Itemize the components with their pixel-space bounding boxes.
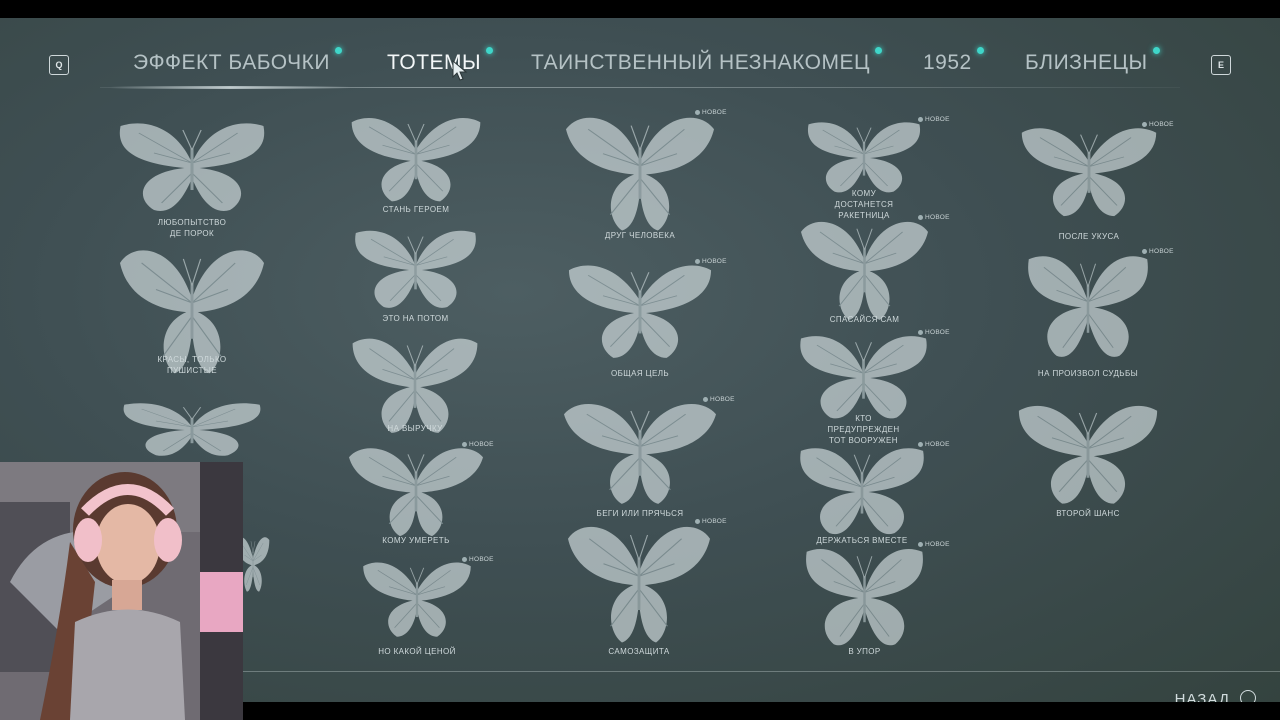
new-badge: НОВОЕ <box>462 441 494 448</box>
butterfly-totem-icon <box>119 123 265 211</box>
totem-item-partial[interactable] <box>120 400 264 460</box>
totem-item[interactable]: В УПОР <box>803 543 926 658</box>
totem-label: СТАНЬ ГЕРОЕМ <box>382 205 450 214</box>
tab-label: 1952 <box>923 51 972 74</box>
totem-item[interactable]: НО КАКОЙ ЦЕНОЙ <box>361 558 473 658</box>
butterfly-totem-icon <box>352 338 478 433</box>
butterfly-totem-icon <box>564 403 716 504</box>
butterfly-totem-icon <box>123 403 261 456</box>
totem-item[interactable]: СПАСАЙСЯ САМ <box>801 216 928 326</box>
totem-label: НО КАКОЙ ЦЕНОЙ <box>378 647 456 656</box>
butterfly-totem-icon <box>568 265 712 358</box>
new-dot-icon <box>976 47 984 54</box>
totem-item[interactable]: ЭТО НА ПОТОМ <box>352 226 479 325</box>
totem-item[interactable]: ВТОРОЙ ШАНС <box>1016 400 1160 520</box>
butterfly-totem-icon <box>1018 405 1158 504</box>
butterfly-totem-icon <box>800 448 924 535</box>
back-button[interactable]: НАЗАД <box>1175 691 1230 702</box>
new-badge: НОВОЕ <box>695 518 727 525</box>
butterfly-totem-icon <box>355 230 476 308</box>
totem-item[interactable]: КРАСЫ, ТОЛЬКО ПУШИСТЫЕ <box>120 243 264 378</box>
streamer-webcam-overlay <box>0 462 243 720</box>
butterfly-totem-icon <box>566 117 714 231</box>
totem-label: ВТОРОЙ ШАНС <box>1056 509 1120 518</box>
totem-label: В УПОР <box>848 647 881 656</box>
totem-item[interactable]: НА ВЫРУЧКУ <box>350 333 480 435</box>
tab-glow-underline <box>110 86 350 89</box>
totem-item[interactable]: НА ПРОИЗВОЛ СУДЬБЫ <box>1025 250 1151 380</box>
totem-item[interactable]: КОМУ УМЕРЕТЬ <box>349 443 483 547</box>
tab-label: ТАИНСТВЕННЫЙ НЕЗНАКОМЕЦ <box>531 51 870 74</box>
totem-label: СПАСАЙСЯ САМ <box>829 315 900 324</box>
mouse-cursor-icon <box>452 60 468 81</box>
totem-item[interactable]: ДЕРЖАТЬСЯ ВМЕСТЕ <box>797 443 927 547</box>
totem-label: НА ВЫРУЧКУ <box>387 424 443 433</box>
new-dot-icon <box>486 47 494 54</box>
new-badge: НОВОЕ <box>695 109 727 116</box>
totem-label: ДРУГ ЧЕЛОВЕКА <box>604 231 676 240</box>
totem-item[interactable]: ОБЩАЯ ЦЕЛЬ <box>566 260 714 380</box>
totem-item[interactable]: СТАНЬ ГЕРОЕМ <box>349 113 483 216</box>
tab-bar: Q ЭФФЕКТ БАБОЧКИ ТОТЕМЫ ТАИНСТВЕННЫЙ НЕЗ… <box>0 18 1280 108</box>
tab-1952[interactable]: 1952 <box>923 47 984 75</box>
new-badge: НОВОЕ <box>918 441 950 448</box>
new-badge: НОВОЕ <box>918 541 950 548</box>
totem-item[interactable]: БЕГИ ИЛИ ПРЯЧЬСЯ <box>564 398 716 520</box>
tab-butterfly-effect[interactable]: ЭФФЕКТ БАБОЧКИ <box>133 47 342 75</box>
butterfly-totem-icon <box>801 221 928 320</box>
butterfly-totem-icon <box>800 336 927 419</box>
totem-label: КРАСЫ, ТОЛЬКО ПУШИСТЫЕ <box>157 355 227 375</box>
totem-label: НА ПРОИЗВОЛ СУДЬБЫ <box>1037 369 1139 378</box>
totem-label: БЕГИ ИЛИ ПРЯЧЬСЯ <box>596 509 684 518</box>
new-badge: НОВОЕ <box>918 116 950 123</box>
circle-button-icon[interactable] <box>1240 690 1256 702</box>
new-badge: НОВОЕ <box>918 214 950 221</box>
totem-label: ЛЮБОПЫТСТВО ДЕ ПОРОК <box>157 218 227 238</box>
totem-item[interactable]: ДРУГ ЧЕЛОВЕКА <box>566 111 714 242</box>
tab-twins[interactable]: БЛИЗНЕЦЫ <box>1025 47 1160 75</box>
tab-mysterious-stranger[interactable]: ТАИНСТВЕННЫЙ НЕЗНАКОМЕЦ <box>531 47 882 75</box>
butterfly-totem-icon <box>363 562 471 637</box>
new-dot-icon <box>875 47 882 54</box>
totem-item[interactable]: КОМУ ДОСТАНЕТСЯ РАКЕТНИЦА <box>805 118 923 220</box>
new-badge: НОВОЕ <box>1142 248 1174 255</box>
totem-label: ЭТО НА ПОТОМ <box>382 314 449 323</box>
new-badge: НОВОЕ <box>1142 121 1174 128</box>
butterfly-totem-icon <box>807 122 921 193</box>
new-badge: НОВОЕ <box>462 556 494 563</box>
totem-item[interactable]: ЛЮБОПЫТСТВО ДЕ ПОРОК <box>116 118 268 241</box>
bottom-divider <box>240 671 1280 672</box>
totem-label: ПОСЛЕ УКУСА <box>1058 232 1120 241</box>
tab-label: ЭФФЕКТ БАБОЧКИ <box>133 51 330 74</box>
butterfly-totem-icon <box>806 548 923 646</box>
butterfly-totem-icon <box>1021 128 1157 217</box>
totem-item[interactable]: КТО ПРЕДУПРЕЖДЕН ТОТ ВООРУЖЕН <box>797 331 930 445</box>
new-badge: НОВОЕ <box>703 396 735 403</box>
new-badge: НОВОЕ <box>918 329 950 336</box>
totem-item[interactable]: ПОСЛЕ УКУСА <box>1019 123 1159 243</box>
totem-item[interactable]: САМОЗАЩИТА <box>568 520 710 658</box>
new-badge: НОВОЕ <box>695 258 727 265</box>
webcam-image <box>0 462 243 720</box>
butterfly-totem-icon <box>568 526 710 643</box>
totem-label: САМОЗАЩИТА <box>608 647 670 656</box>
new-dot-icon <box>1152 47 1160 54</box>
tab-label: БЛИЗНЕЦЫ <box>1025 51 1148 74</box>
next-tab-key-icon[interactable]: E <box>1211 55 1231 75</box>
butterfly-totem-icon <box>351 118 481 202</box>
totem-label: КТО ПРЕДУПРЕЖДЕН ТОТ ВООРУЖЕН <box>827 414 900 445</box>
prev-tab-key-icon[interactable]: Q <box>49 55 69 75</box>
totem-label: ОБЩАЯ ЦЕЛЬ <box>610 369 670 378</box>
butterfly-totem-icon <box>1028 256 1148 357</box>
totem-label: КОМУ УМЕРЕТЬ <box>382 536 450 545</box>
new-dot-icon <box>335 47 342 54</box>
butterfly-totem-icon <box>349 448 483 537</box>
